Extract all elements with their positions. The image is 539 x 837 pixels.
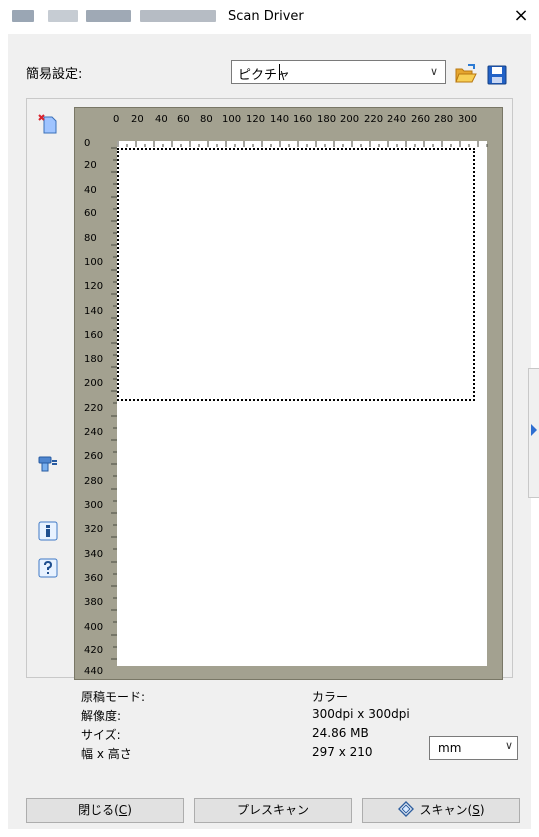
left-ruler-label: 320	[84, 524, 104, 535]
left-ruler-label: 400	[84, 622, 104, 633]
help-icon[interactable]	[37, 557, 59, 579]
save-disk-icon[interactable]	[485, 63, 509, 87]
folder-open-icon[interactable]	[454, 62, 478, 86]
top-ruler-label: 120	[246, 114, 266, 125]
left-ruler-label: 340	[84, 549, 104, 560]
scan-button-shortcut: S	[472, 803, 480, 817]
left-ruler-label: 300	[84, 500, 104, 511]
title-bar: Scan Driver ×	[0, 0, 539, 33]
top-ruler-label: 180	[317, 114, 337, 125]
blurred-title-segment	[12, 10, 34, 22]
top-ruler-label: 0	[113, 114, 120, 125]
top-ruler-label: 160	[293, 114, 313, 125]
scan-mode-label: 原稿モード:	[81, 690, 146, 704]
top-ruler-label: 260	[411, 114, 431, 125]
top-ruler-label: 240	[387, 114, 407, 125]
close-button-label: 閉じる(	[78, 803, 119, 817]
top-ruler-label: 100	[222, 114, 242, 125]
top-ruler-label: 300	[458, 114, 478, 125]
scan-mode-value: カラー	[312, 690, 349, 704]
left-ruler-label: 240	[84, 427, 104, 438]
left-ruler-label: 0	[84, 138, 91, 149]
scan-button-label-suffix: )	[479, 803, 485, 817]
unit-select[interactable]: mm ∨	[429, 736, 518, 760]
top-ruler-label: 40	[155, 114, 168, 125]
preset-combobox[interactable]: ピクチャ ∨	[231, 60, 446, 84]
close-dialog-button[interactable]: 閉じる(C)	[26, 798, 184, 823]
left-ruler-label: 160	[84, 330, 104, 341]
dimensions-label: 幅 x 高さ	[81, 747, 132, 761]
text-caret	[279, 64, 280, 80]
scan-area-selection[interactable]	[117, 148, 475, 401]
resolution-label: 解像度:	[81, 709, 122, 723]
file-size-label: サイズ:	[81, 728, 121, 742]
clear-preview-icon[interactable]	[37, 113, 59, 135]
top-ruler-label: 200	[340, 114, 360, 125]
unit-value[interactable]: mm	[438, 741, 461, 755]
left-ruler-label: 200	[84, 378, 104, 389]
preset-dropdown-arrow[interactable]: ∨	[425, 62, 443, 82]
blurred-title-segment	[140, 10, 216, 22]
left-ruler-label: 360	[84, 573, 104, 584]
left-ruler-label: 380	[84, 597, 104, 608]
preset-label: 簡易設定:	[26, 67, 83, 82]
preset-value[interactable]: ピクチャ	[238, 64, 290, 83]
top-ruler-label: 60	[177, 114, 190, 125]
dimensions-value: 297 x 210	[312, 745, 373, 759]
resolution-value: 300dpi x 300dpi	[312, 707, 410, 721]
left-ruler-label: 220	[84, 403, 104, 414]
left-ruler-label: 20	[84, 160, 97, 171]
left-ruler-label: 280	[84, 476, 104, 487]
blurred-title-segment	[86, 10, 131, 22]
top-ruler-label: 20	[131, 114, 144, 125]
top-ruler-label: 140	[270, 114, 290, 125]
prescan-button[interactable]: プレスキャン	[194, 798, 352, 823]
left-ruler-label: 440	[84, 666, 104, 677]
expand-arrow-icon	[531, 424, 537, 436]
unit-dropdown-arrow[interactable]: ∨	[505, 739, 513, 752]
left-ruler-label: 60	[84, 208, 97, 219]
close-button-label-suffix: )	[127, 803, 132, 817]
side-panel-expand-handle[interactable]	[528, 368, 539, 498]
window-title: Scan Driver	[228, 9, 304, 24]
left-ruler-label: 180	[84, 354, 104, 365]
left-ruler-label: 140	[84, 306, 104, 317]
scanner-icon[interactable]	[37, 452, 59, 474]
close-button-shortcut: C	[118, 803, 128, 817]
scan-diamond-icon	[397, 801, 414, 817]
file-size-value: 24.86 MB	[312, 726, 369, 740]
left-ruler-label: 80	[84, 233, 97, 244]
left-ruler-label: 120	[84, 281, 104, 292]
top-ruler-label: 220	[364, 114, 384, 125]
scan-button[interactable]: スキャン(S)	[362, 798, 520, 823]
left-ruler-label: 260	[84, 451, 104, 462]
left-ruler-label: 100	[84, 257, 104, 268]
top-ruler-label: 280	[434, 114, 454, 125]
left-ruler-label: 420	[84, 645, 104, 656]
scan-button-label: スキャン(	[419, 803, 473, 817]
top-ruler-label: 80	[200, 114, 213, 125]
blurred-title-segment	[48, 10, 78, 22]
info-icon[interactable]	[37, 520, 59, 542]
left-ruler-label: 40	[84, 185, 97, 196]
close-window-button[interactable]: ×	[509, 4, 533, 28]
